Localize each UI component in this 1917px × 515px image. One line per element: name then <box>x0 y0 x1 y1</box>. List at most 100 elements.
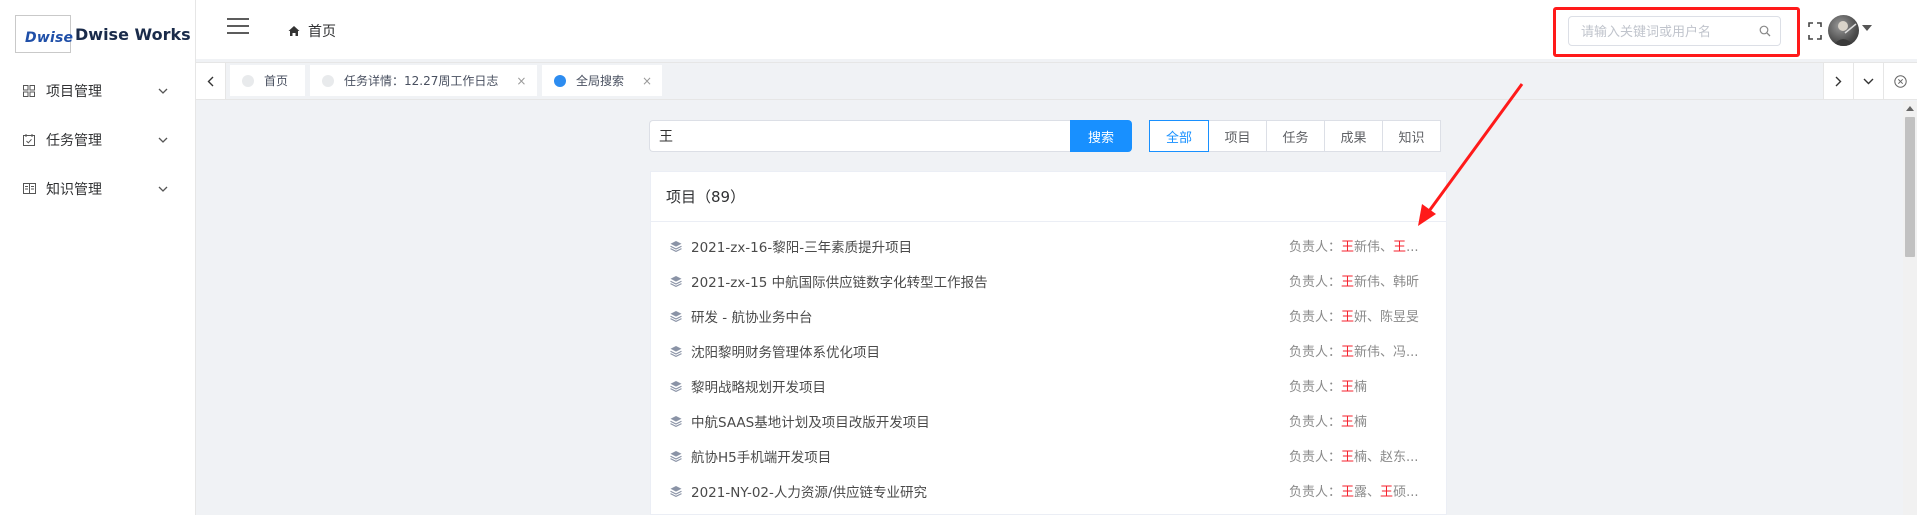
list-item[interactable]: 研发 - 航协业务中台 负责人：王妍、陈昱旻 <box>651 298 1446 333</box>
grid-icon <box>22 84 36 98</box>
project-lead: 负责人：王新伟、冯... <box>1289 341 1439 360</box>
tab-home[interactable]: 首页 <box>230 65 305 96</box>
book-icon <box>22 182 36 196</box>
filter-knowledge[interactable]: 知识 <box>1382 120 1441 152</box>
sidebar-item-knowledge[interactable]: 知识管理 <box>0 164 195 213</box>
list-item[interactable]: 2021-zx-16-黎阳-三年素质提升项目 负责人：王新伟、王... <box>651 228 1446 263</box>
lead-prefix: 负责人： <box>1289 240 1342 255</box>
close-circle-icon <box>1894 74 1907 88</box>
sidebar-item-label: 项目管理 <box>46 83 102 100</box>
lead-rest: 楠、赵东... <box>1354 450 1419 465</box>
calendar-check-icon <box>22 133 36 147</box>
tab-label: 任务详情：12.27周工作日志 <box>344 74 499 88</box>
list-item[interactable]: 沈阳黎明财务管理体系优化项目 负责人：王新伟、冯... <box>651 333 1446 368</box>
chevron-right-icon <box>1835 76 1842 86</box>
sidebar-item-tasks[interactable]: 任务管理 <box>0 115 195 164</box>
tabs-dropdown-button[interactable] <box>1853 63 1883 99</box>
tabs-scroll-right-button[interactable] <box>1823 63 1853 99</box>
sidebar-menu: 项目管理 任务管理 知识管理 <box>0 66 195 213</box>
avatar[interactable] <box>1828 15 1859 46</box>
lead-rest: 新伟、 <box>1354 240 1394 255</box>
global-search-form: 王 搜索 <box>649 120 1132 152</box>
lead-prefix: 负责人： <box>1289 310 1342 325</box>
lead-prefix: 负责人： <box>1289 345 1342 360</box>
lead-rest: 硕... <box>1393 485 1419 500</box>
sidebar-item-label: 任务管理 <box>46 132 102 149</box>
chevron-down-icon <box>1863 78 1874 84</box>
scroll-up-arrow-icon[interactable] <box>1906 106 1914 111</box>
fullscreen-icon[interactable] <box>1808 22 1822 40</box>
layers-icon <box>670 311 682 322</box>
project-name[interactable]: 黎明战略规划开发项目 <box>691 376 826 396</box>
scrollbar-thumb[interactable] <box>1905 117 1915 257</box>
lead-prefix: 负责人： <box>1289 275 1342 290</box>
user-menu-caret-icon[interactable] <box>1862 25 1872 31</box>
project-name[interactable]: 研发 - 航协业务中台 <box>691 306 812 326</box>
lead-rest: 楠 <box>1354 415 1368 430</box>
header-search-box[interactable] <box>1568 16 1781 46</box>
project-name[interactable]: 中航SAAS基地计划及项目改版开发项目 <box>691 411 930 431</box>
filter-all[interactable]: 全部 <box>1149 120 1209 152</box>
list-item[interactable]: 2021-NY-02-人力资源/供应链专业研究 负责人：王露、王硕... <box>651 473 1446 508</box>
project-name[interactable]: 沈阳黎明财务管理体系优化项目 <box>691 341 880 361</box>
tab-task-detail[interactable]: 任务详情：12.27周工作日志 × <box>310 65 537 96</box>
breadcrumb-home[interactable]: 首页 <box>308 21 336 41</box>
header-search-input[interactable] <box>1581 17 1761 45</box>
list-item[interactable]: 黎明战略规划开发项目 负责人：王楠 <box>651 368 1446 403</box>
global-search-input[interactable]: 王 <box>649 120 1070 152</box>
project-name[interactable]: 2021-NY-02-人力资源/供应链专业研究 <box>691 481 927 501</box>
project-name[interactable]: 2021-zx-16-黎阳-三年素质提升项目 <box>691 236 912 256</box>
tab-label: 全局搜索 <box>576 74 625 88</box>
section-title: 项目（89） <box>651 172 1446 222</box>
project-lead: 负责人：王新伟、韩昕 <box>1289 271 1439 290</box>
project-lead: 负责人：王新伟、王... <box>1289 236 1439 255</box>
search-icon[interactable] <box>1759 25 1771 37</box>
lead-highlight: 王 <box>1341 310 1355 325</box>
filter-results[interactable]: 成果 <box>1324 120 1383 152</box>
sidebar-item-projects[interactable]: 项目管理 <box>0 66 195 115</box>
layers-icon <box>670 276 682 287</box>
tab-global-search[interactable]: 全局搜索 × <box>542 65 662 96</box>
layers-icon <box>670 486 682 497</box>
filter-tasks[interactable]: 任务 <box>1266 120 1325 152</box>
lead-rest: ... <box>1406 240 1419 255</box>
lead-prefix: 负责人： <box>1289 415 1342 430</box>
layers-icon <box>670 241 682 252</box>
menu-toggle-icon[interactable] <box>227 18 249 36</box>
project-name[interactable]: 航协H5手机端开发项目 <box>691 446 831 466</box>
list-item[interactable]: 中航SAAS基地计划及项目改版开发项目 负责人：王楠 <box>651 403 1446 438</box>
project-lead: 负责人：王露、王硕... <box>1289 481 1439 500</box>
lead-prefix: 负责人： <box>1289 485 1342 500</box>
search-button[interactable]: 搜索 <box>1070 120 1132 152</box>
chevron-left-icon <box>207 76 214 86</box>
chevron-down-icon <box>156 133 170 147</box>
layers-icon <box>670 381 682 392</box>
tab-status-dot <box>242 74 254 87</box>
tabs-close-all-button[interactable] <box>1883 63 1917 99</box>
breadcrumb: 首页 <box>288 21 336 41</box>
list-item[interactable]: 2021-zx-15 中航国际供应链数字化转型工作报告 负责人：王新伟、韩昕 <box>651 263 1446 298</box>
lead-rest: 楠 <box>1354 380 1368 395</box>
tabs-scroll-left-button[interactable] <box>196 63 226 99</box>
logo[interactable]: Dwise Dwise Works <box>15 15 191 53</box>
tabs-bar: 首页 任务详情：12.27周工作日志 × 全局搜索 × <box>196 62 1917 100</box>
layers-icon <box>670 346 682 357</box>
logo-mark-text: Dwise <box>25 30 74 46</box>
project-lead: 负责人：王楠 <box>1289 411 1439 430</box>
tab-close-icon[interactable]: × <box>642 74 652 88</box>
chevron-down-icon <box>156 84 170 98</box>
project-name[interactable]: 2021-zx-15 中航国际供应链数字化转型工作报告 <box>691 271 988 291</box>
lead-highlight: 王 <box>1341 450 1355 465</box>
lead-highlight: 王 <box>1341 415 1355 430</box>
sidebar: Dwise Dwise Works 项目管理 任务管理 知识管理 <box>0 0 196 515</box>
tab-close-icon[interactable]: × <box>516 74 526 88</box>
project-results-card: 项目（89） 2021-zx-16-黎阳-三年素质提升项目 负责人：王新伟、王..… <box>650 171 1447 515</box>
filter-projects[interactable]: 项目 <box>1208 120 1267 152</box>
list-item[interactable]: 航协H5手机端开发项目 负责人：王楠、赵东... <box>651 438 1446 473</box>
project-list: 2021-zx-16-黎阳-三年素质提升项目 负责人：王新伟、王... 2021-z… <box>651 222 1446 508</box>
project-lead: 负责人：王楠 <box>1289 376 1439 395</box>
lead-prefix: 负责人： <box>1289 380 1342 395</box>
tab-label: 首页 <box>264 74 289 88</box>
page-scrollbar[interactable] <box>1903 101 1917 515</box>
lead-highlight: 王 <box>1341 275 1355 290</box>
